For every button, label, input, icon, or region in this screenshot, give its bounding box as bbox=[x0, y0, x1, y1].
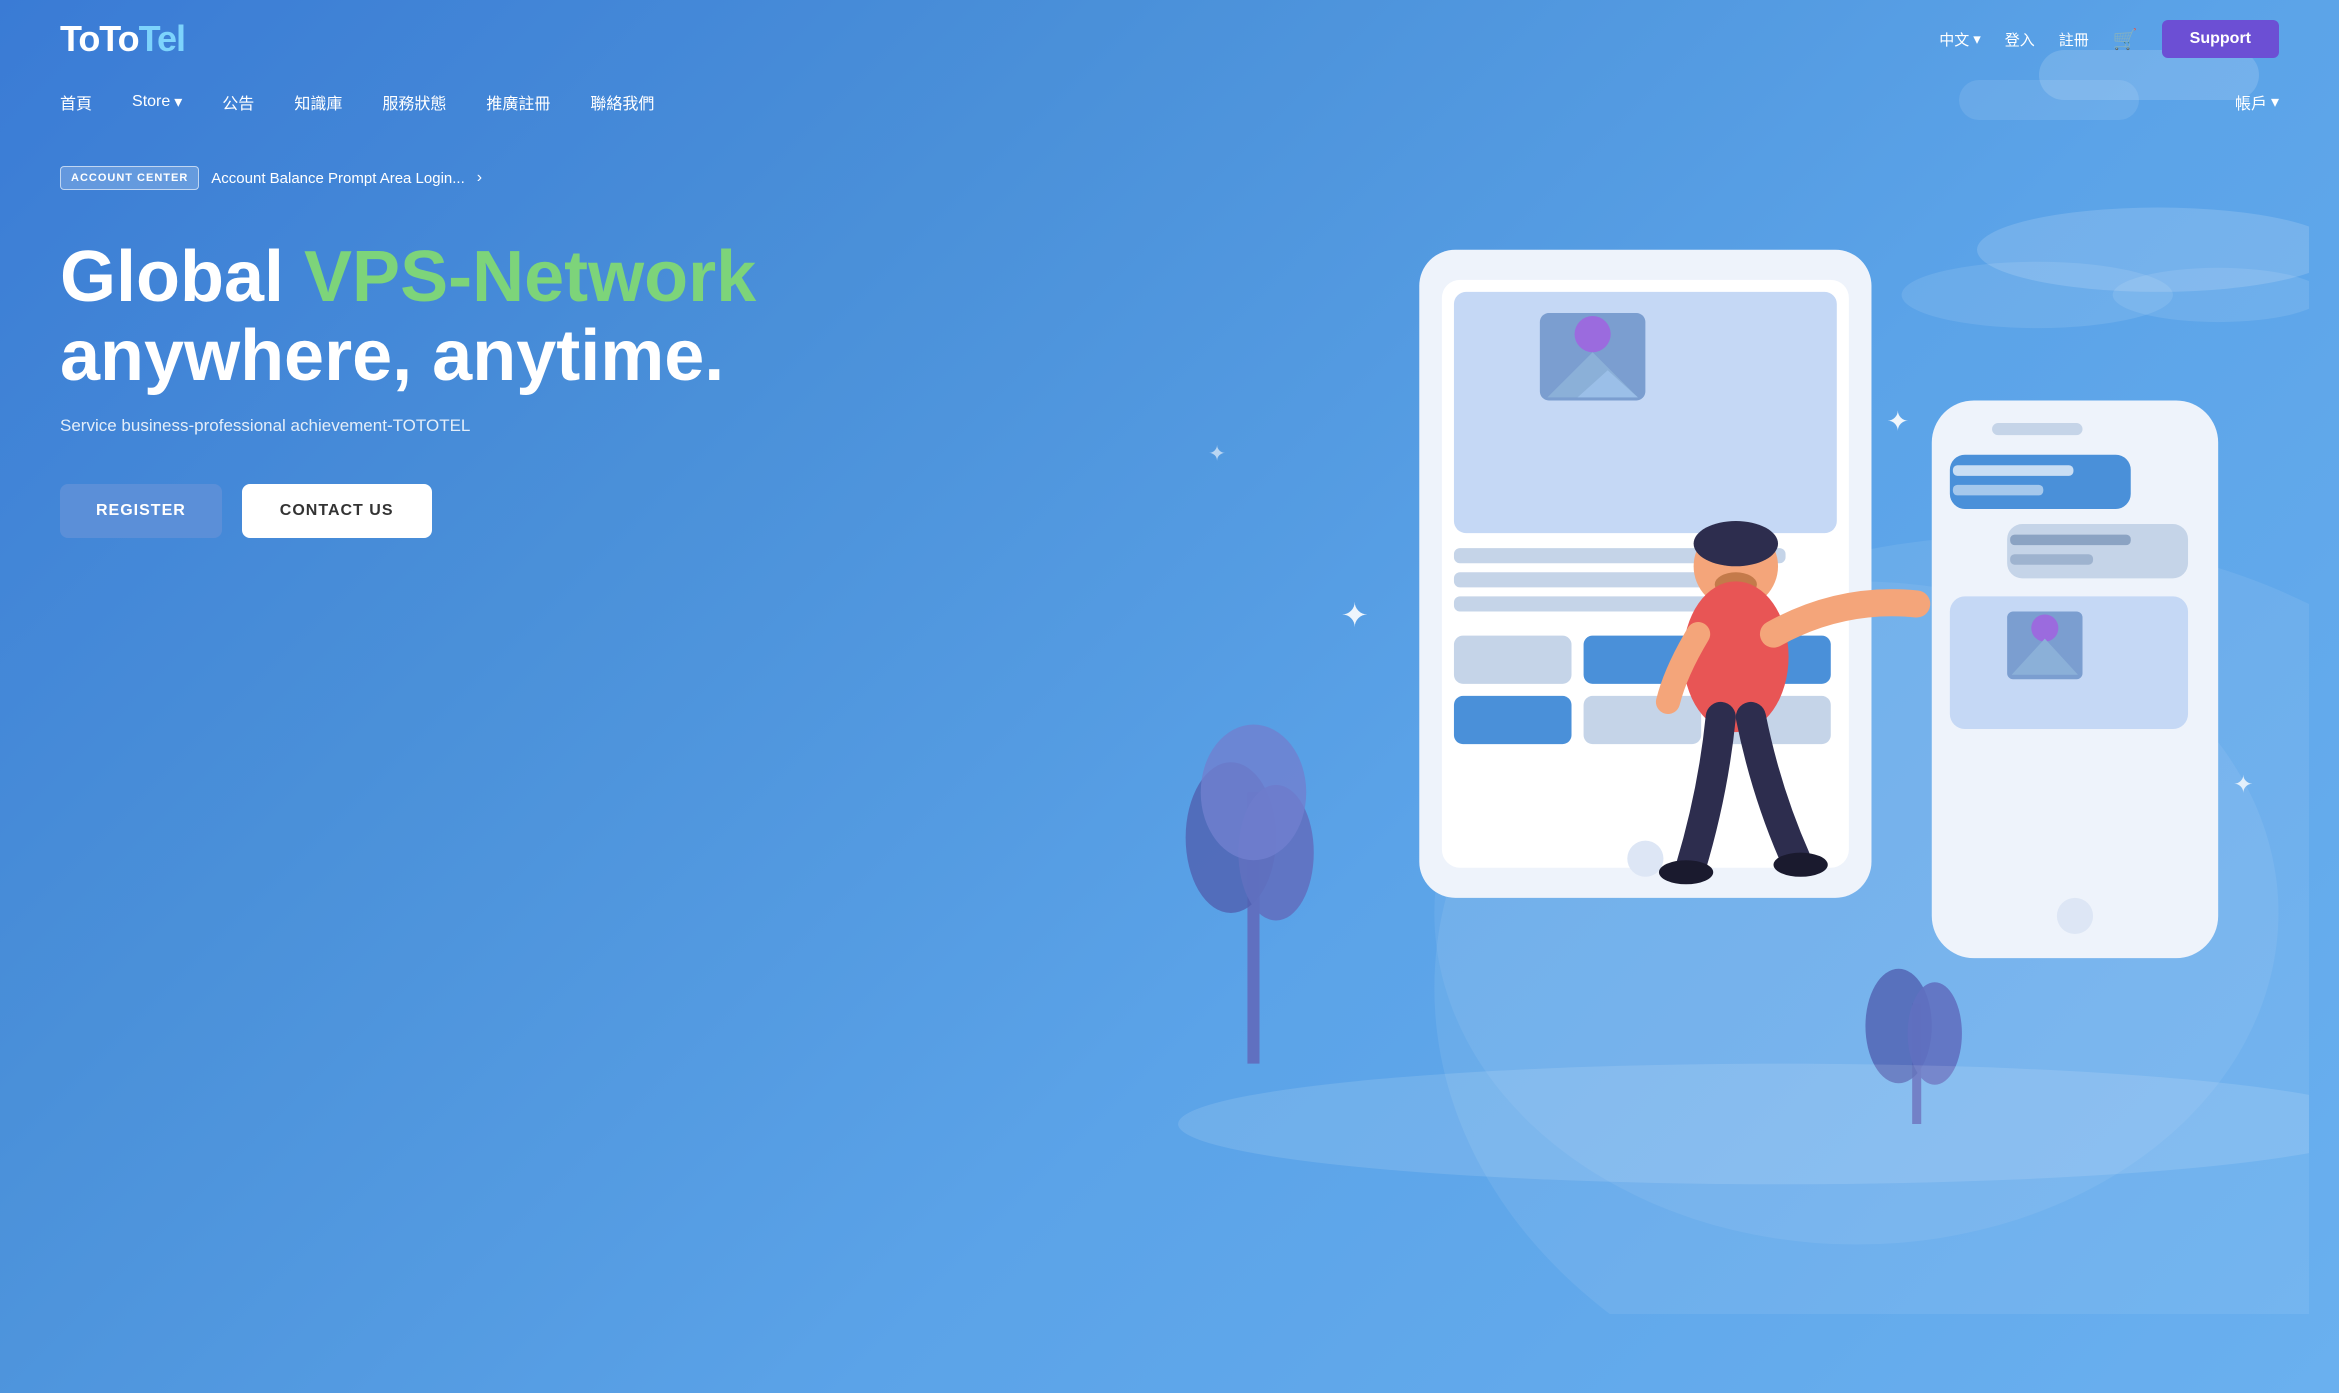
cart-icon[interactable]: 🛒 bbox=[2113, 27, 2138, 52]
heading-highlight: VPS-Network bbox=[304, 237, 756, 317]
nav-home[interactable]: 首頁 bbox=[60, 90, 92, 114]
register-top-button[interactable]: 註冊 bbox=[2059, 29, 2089, 50]
lang-arrow-icon: ▾ bbox=[1973, 30, 1981, 48]
cta-buttons: REGISTER CONTACT US bbox=[60, 484, 2279, 538]
top-bar: ToToTel 中文 ▾ 登入 註冊 🛒 Support bbox=[0, 0, 2339, 78]
nav-store[interactable]: Store ▾ bbox=[132, 92, 182, 112]
cta-register-button[interactable]: REGISTER bbox=[60, 484, 222, 538]
nav-announcements[interactable]: 公告 bbox=[222, 90, 254, 114]
nav-knowledge[interactable]: 知識庫 bbox=[294, 90, 342, 114]
heading-line1: Global VPS-Network bbox=[60, 238, 2279, 317]
hero-subtext: Service business-professional achievemen… bbox=[60, 416, 2279, 436]
nav-account[interactable]: 帳戶 ▾ bbox=[2235, 90, 2279, 114]
account-center-badge: ACCOUNT CENTER bbox=[60, 166, 199, 190]
nav-contact[interactable]: 聯絡我們 bbox=[590, 90, 654, 114]
account-label: 帳戶 bbox=[2235, 90, 2267, 114]
svg-text:✦: ✦ bbox=[1341, 598, 1369, 635]
support-button[interactable]: Support bbox=[2162, 20, 2279, 58]
account-banner[interactable]: ACCOUNT CENTER Account Balance Prompt Ar… bbox=[60, 166, 482, 190]
cta-contact-button[interactable]: CONTACT US bbox=[242, 484, 432, 538]
top-right-nav: 中文 ▾ 登入 註冊 🛒 Support bbox=[1939, 20, 2279, 58]
nav-store-arrow-icon: ▾ bbox=[174, 92, 182, 112]
hero-content: ACCOUNT CENTER Account Balance Prompt Ar… bbox=[0, 126, 2339, 538]
logo-part1: ToTo bbox=[60, 18, 139, 59]
nav-bar: 首頁 Store ▾ 公告 知識庫 服務狀態 推廣註冊 聯絡我們 帳戶 ▾ bbox=[0, 78, 2339, 126]
logo[interactable]: ToToTel bbox=[60, 18, 185, 60]
nav-service-status[interactable]: 服務狀態 bbox=[382, 90, 446, 114]
login-button[interactable]: 登入 bbox=[2005, 29, 2035, 50]
heading-normal: Global bbox=[60, 237, 304, 317]
banner-text: Account Balance Prompt Area Login... bbox=[211, 170, 464, 187]
nav-left: 首頁 Store ▾ 公告 知識庫 服務狀態 推廣註冊 聯絡我們 bbox=[60, 90, 654, 114]
nav-affiliate[interactable]: 推廣註冊 bbox=[486, 90, 550, 114]
banner-arrow-icon: › bbox=[477, 169, 482, 187]
svg-text:✦: ✦ bbox=[2234, 771, 2254, 798]
heading-line2: anywhere, anytime. bbox=[60, 317, 2279, 396]
lang-label: 中文 bbox=[1939, 29, 1969, 50]
nav-store-label: Store bbox=[132, 93, 170, 111]
hero-section: ToToTel 中文 ▾ 登入 註冊 🛒 Support 首頁 Store ▾ … bbox=[0, 0, 2339, 1393]
language-switcher[interactable]: 中文 ▾ bbox=[1939, 29, 1981, 50]
account-arrow-icon: ▾ bbox=[2271, 92, 2279, 112]
account-button[interactable]: 帳戶 ▾ bbox=[2235, 90, 2279, 114]
logo-part2: Tel bbox=[139, 18, 185, 59]
hero-heading: Global VPS-Network anywhere, anytime. bbox=[60, 238, 2279, 396]
